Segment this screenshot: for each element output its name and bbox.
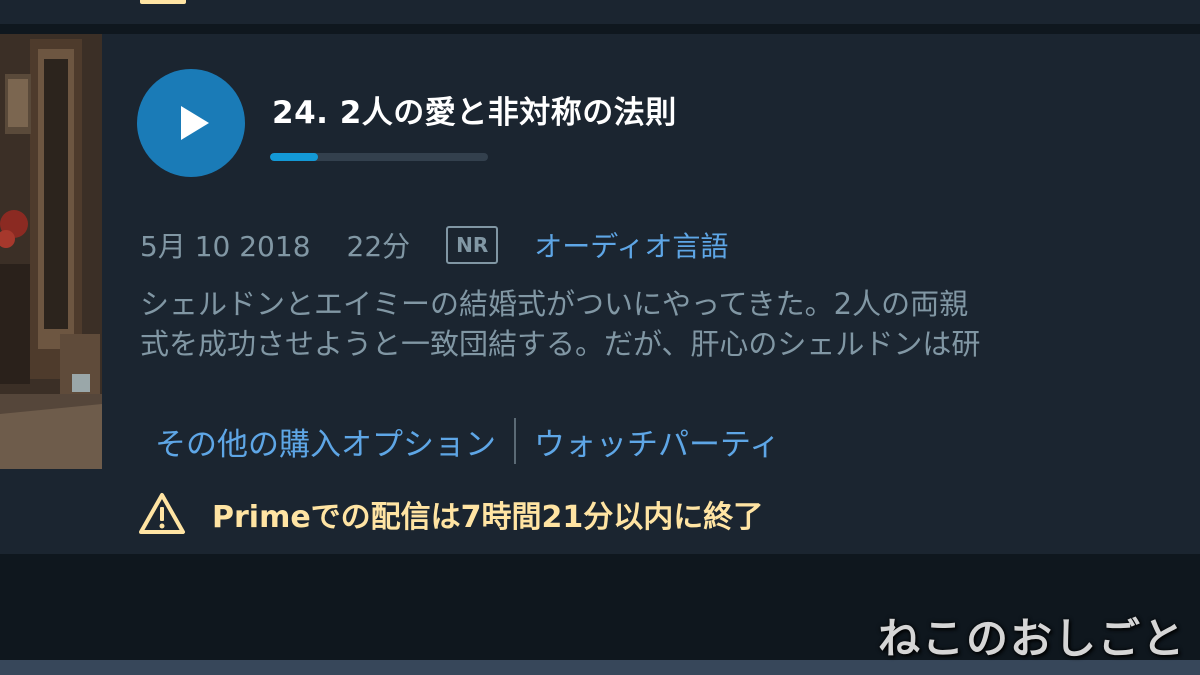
link-divider — [514, 418, 516, 464]
watch-progress-bar — [270, 153, 488, 161]
watch-party-link[interactable]: ウォッチパーティ — [534, 419, 780, 464]
card-gap — [0, 24, 1200, 34]
episode-actions: その他の購入オプション ウォッチパーティ — [155, 416, 780, 466]
synopsis-line: シェルドンとエイミーの結婚式がついにやってきた。2人の両親 — [140, 287, 969, 321]
watermark: ねこのおしごと — [877, 614, 1186, 663]
watch-progress-fill — [270, 153, 318, 161]
play-button[interactable] — [137, 69, 245, 177]
episode-synopsis: シェルドンとエイミーの結婚式がついにやってきた。2人の両親 式を成功させようと一… — [140, 284, 1200, 364]
release-date: 5月 10 2018 — [140, 230, 311, 263]
episode-title[interactable]: 24. 2人の愛と非対称の法則 — [272, 87, 677, 132]
previous-episode-card-edge — [0, 0, 1200, 24]
synopsis-line: 式を成功させようと一致団結する。だが、肝心のシェルドンは研 — [140, 327, 981, 361]
page: 24. 2人の愛と非対称の法則 5月 10 2018 22分 NR オーディオ言… — [0, 0, 1200, 675]
episode-meta-row: 5月 10 2018 22分 NR オーディオ言語 — [140, 224, 728, 266]
expiry-notice: Primeでの配信は7時間21分以内に終了 — [138, 489, 763, 539]
episode-card: 24. 2人の愛と非対称の法則 5月 10 2018 22分 NR オーディオ言… — [0, 34, 1200, 554]
expiry-notice-text: Primeでの配信は7時間21分以内に終了 — [212, 500, 764, 535]
episode-thumbnail-image[interactable] — [0, 34, 102, 469]
previous-notice-icon — [140, 0, 186, 4]
rating-badge: NR — [446, 226, 499, 264]
more-purchase-options-link[interactable]: その他の購入オプション — [155, 419, 496, 464]
audio-languages-link[interactable]: オーディオ言語 — [534, 225, 728, 265]
warning-triangle-icon — [139, 493, 185, 534]
play-icon — [181, 106, 209, 140]
runtime: 22分 — [346, 230, 411, 263]
